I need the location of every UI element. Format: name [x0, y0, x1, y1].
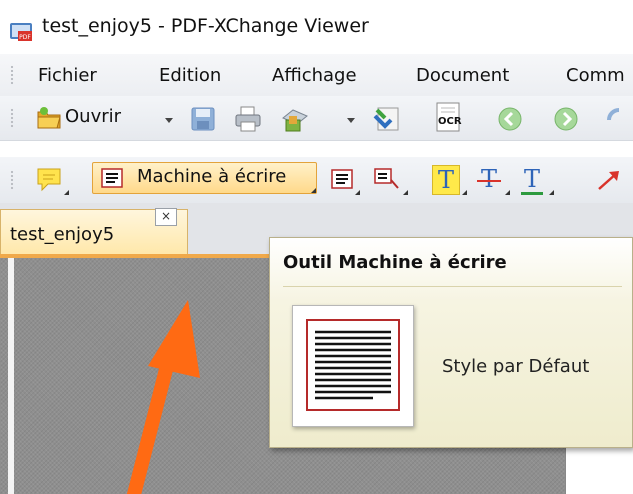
window-title: test_enjoy5 - PDF-XChange Viewer: [42, 15, 369, 37]
callout-options-mark: [403, 190, 408, 195]
pdf-xchange-app-icon: PDF: [10, 23, 32, 41]
tab-label: test_enjoy5: [10, 224, 115, 245]
ocr-button[interactable]: OCR: [434, 102, 462, 134]
menu-fichier[interactable]: Fichier: [38, 65, 97, 86]
menu-affichage[interactable]: Affichage: [272, 65, 357, 86]
tooltip-separator: [283, 286, 622, 287]
menu-grip-handle[interactable]: [10, 65, 14, 85]
tab-test-enjoy5[interactable]: test_enjoy5 ×: [0, 208, 188, 257]
forward-icon[interactable]: [553, 106, 579, 132]
strikeout-text-icon: T: [481, 165, 498, 193]
comment-toolbar-grip-handle[interactable]: [10, 170, 14, 190]
svg-text:PDF: PDF: [19, 34, 31, 41]
save-icon[interactable]: [190, 106, 216, 132]
tooltip-title: Outil Machine à écrire: [283, 252, 507, 273]
underline-text-button[interactable]: T: [519, 165, 545, 195]
open-dropdown-arrow[interactable]: [165, 118, 173, 123]
page-left-edge: [8, 258, 14, 494]
tab-close-button[interactable]: ×: [155, 208, 177, 226]
open-button[interactable]: Ouvrir: [34, 102, 180, 134]
sticky-note-options-mark: [64, 190, 69, 195]
menu-commentaires[interactable]: Comm: [566, 65, 625, 86]
undo-icon[interactable]: [605, 106, 633, 132]
typewriter-style-preview-icon: [306, 319, 400, 411]
default-style-preview[interactable]: [292, 305, 414, 427]
open-label: Ouvrir: [65, 106, 122, 127]
sticky-note-icon[interactable]: [35, 166, 65, 194]
export-icon[interactable]: [372, 104, 402, 134]
default-style-label: Style par Défaut: [442, 356, 590, 377]
underline-options-mark: [549, 190, 554, 195]
text-box-icon[interactable]: [331, 169, 353, 189]
typewriter-icon: [101, 168, 123, 188]
strikeout-options-mark: [505, 190, 510, 195]
callout-icon[interactable]: [374, 168, 400, 190]
typewriter-tool-tooltip: Outil Machine à écrire Style par Défaut: [269, 237, 633, 448]
arrow-tool-icon[interactable]: [595, 167, 625, 193]
menu-document[interactable]: Document: [416, 65, 509, 86]
typewriter-tool-button[interactable]: Machine à écrire: [92, 162, 317, 194]
main-toolbar: Ouvrir OCR: [0, 96, 633, 141]
close-icon: ×: [160, 209, 172, 223]
comment-toolbar: Machine à écrire T T T: [0, 157, 633, 204]
highlight-text-button[interactable]: T: [432, 165, 460, 195]
highlight-options-mark: [462, 190, 467, 195]
underline-text-icon: T: [524, 165, 541, 193]
back-icon[interactable]: [497, 106, 523, 132]
print-icon[interactable]: [234, 105, 262, 133]
strikeout-text-button[interactable]: T: [476, 165, 502, 195]
title-bar: PDF test_enjoy5 - PDF-XChange Viewer: [0, 0, 633, 54]
text-box-options-mark: [355, 190, 360, 195]
highlight-text-icon: T: [438, 166, 455, 194]
toolbar-grip-handle[interactable]: [10, 108, 14, 128]
scan-icon[interactable]: [280, 104, 310, 134]
typewriter-options-mark: [311, 188, 316, 193]
ocr-label: OCR: [438, 116, 462, 127]
typewriter-label: Machine à écrire: [137, 166, 287, 187]
folder-icon: [37, 107, 61, 129]
menu-bar: Fichier Edition Affichage Document Comm: [0, 54, 633, 96]
menu-edition[interactable]: Edition: [159, 65, 221, 86]
scan-dropdown-arrow[interactable]: [347, 118, 355, 123]
